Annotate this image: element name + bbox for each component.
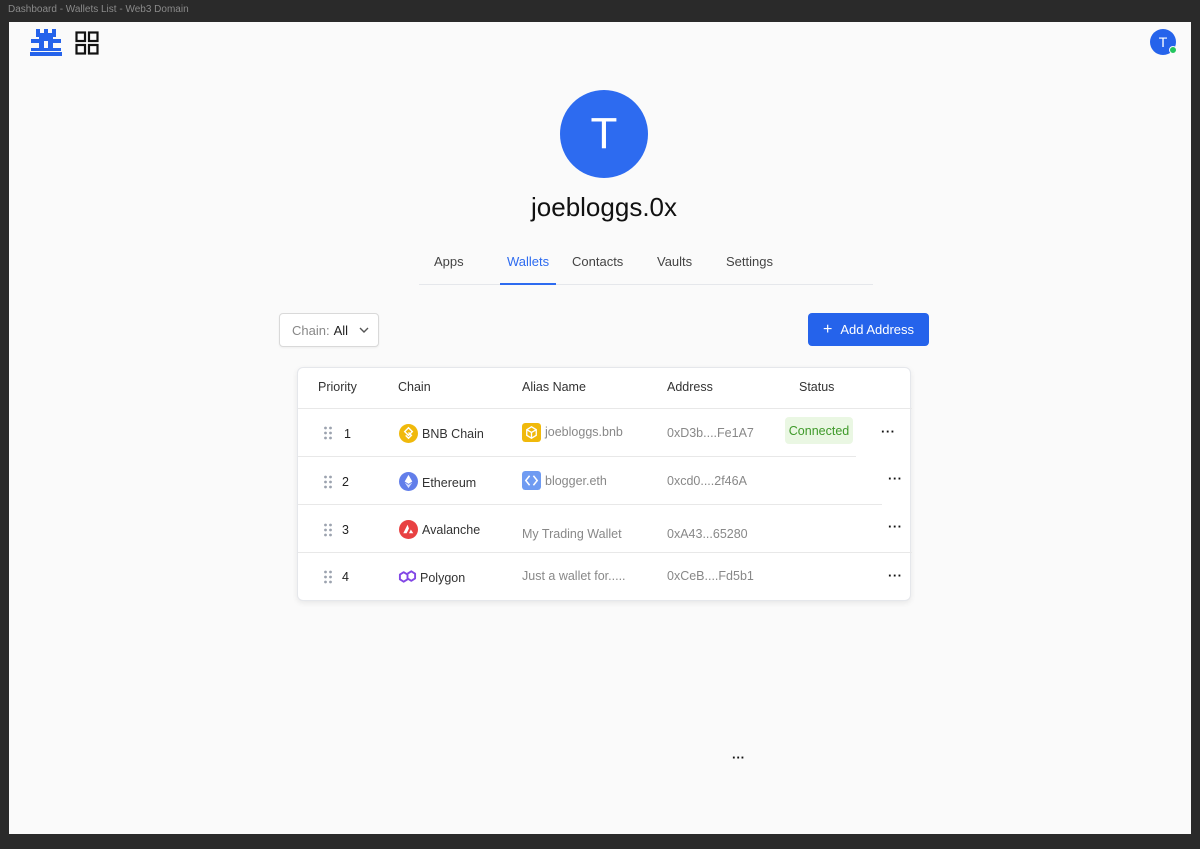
row-priority: 3 bbox=[342, 523, 349, 537]
avalanche-icon bbox=[399, 520, 418, 539]
add-address-button[interactable]: + Add Address bbox=[808, 313, 929, 346]
apps-grid-icon[interactable] bbox=[75, 31, 99, 55]
row-chain-name: Polygon bbox=[420, 571, 466, 585]
chevron-down-icon bbox=[359, 327, 369, 333]
tab-contacts[interactable]: Contacts bbox=[572, 254, 623, 283]
row-alias: Just a wallet for..... bbox=[522, 569, 626, 583]
castle-logo-icon[interactable] bbox=[30, 28, 62, 56]
row-alias: blogger.eth bbox=[545, 474, 607, 488]
column-header-priority: Priority bbox=[318, 380, 357, 394]
row-more-options-icon[interactable]: ··· bbox=[881, 424, 896, 439]
chain-filter-dropdown[interactable]: Chain: All bbox=[279, 313, 379, 347]
column-header-address: Address bbox=[667, 380, 713, 394]
row-priority: 2 bbox=[342, 475, 349, 489]
drag-handle-icon[interactable] bbox=[323, 523, 333, 537]
user-avatar-button[interactable]: T bbox=[1150, 29, 1177, 55]
polygon-icon bbox=[398, 570, 417, 583]
tab-vaults[interactable]: Vaults bbox=[657, 254, 692, 283]
avatar-initial: T bbox=[1158, 34, 1168, 50]
tab-apps[interactable]: Apps bbox=[434, 254, 464, 283]
profile-tabs: Apps Wallets Contacts Vaults Settings bbox=[419, 248, 873, 285]
column-header-chain: Chain bbox=[398, 380, 431, 394]
profile-avatar: T bbox=[560, 90, 648, 178]
row-more-options-icon[interactable]: ··· bbox=[888, 519, 903, 534]
ens-icon bbox=[522, 471, 541, 490]
app-canvas: T T joebloggs.0x Apps Wallets Contacts V… bbox=[9, 22, 1191, 834]
row-alias: joebloggs.bnb bbox=[545, 425, 623, 439]
row-address: 0xA43...65280 bbox=[667, 527, 748, 541]
tab-wallets[interactable]: Wallets bbox=[500, 254, 557, 285]
row-chain-name: Ethereum bbox=[422, 476, 477, 490]
more-options-icon[interactable]: ··· bbox=[732, 750, 745, 765]
profile-username: joebloggs.0x bbox=[531, 192, 677, 222]
drag-handle-icon[interactable] bbox=[323, 475, 333, 489]
header-divider bbox=[298, 408, 912, 409]
drag-handle-icon[interactable] bbox=[323, 426, 333, 440]
row-address: 0xCeB....Fd5b1 bbox=[667, 569, 754, 583]
row-priority: 4 bbox=[342, 570, 349, 584]
row-chain-name: BNB Chain bbox=[422, 427, 484, 441]
row-chain-name: Avalanche bbox=[422, 523, 481, 537]
row-address: 0xcd0....2f46A bbox=[667, 474, 747, 488]
plus-icon: + bbox=[822, 320, 833, 338]
row-address: 0xD3b....Fe1A7 bbox=[667, 426, 754, 440]
wallets-table: Priority Chain Alias Name Address Status… bbox=[297, 367, 912, 601]
chain-filter-value: All bbox=[333, 322, 349, 338]
profile-avatar-initial: T bbox=[590, 109, 618, 158]
row-divider bbox=[298, 456, 856, 457]
row-divider bbox=[298, 552, 912, 553]
column-header-status: Status bbox=[799, 380, 835, 394]
row-divider bbox=[298, 504, 882, 505]
online-status-dot bbox=[1169, 46, 1177, 54]
tab-settings[interactable]: Settings bbox=[726, 254, 773, 283]
chain-filter-label: Chain: bbox=[292, 322, 330, 338]
row-priority: 1 bbox=[344, 427, 351, 441]
status-badge: Connected bbox=[785, 417, 853, 444]
add-address-label: Add Address bbox=[840, 322, 915, 337]
window-title: Dashboard - Wallets List - Web3 Domain bbox=[8, 4, 189, 15]
column-header-alias: Alias Name bbox=[522, 380, 586, 394]
row-more-options-icon[interactable]: ··· bbox=[888, 568, 903, 583]
drag-handle-icon[interactable] bbox=[323, 570, 333, 584]
row-more-options-icon[interactable]: ··· bbox=[888, 471, 903, 486]
bnb-icon bbox=[399, 424, 418, 443]
ethereum-icon bbox=[399, 472, 418, 491]
bnb-domain-icon bbox=[522, 423, 541, 442]
row-alias: My Trading Wallet bbox=[522, 527, 622, 541]
